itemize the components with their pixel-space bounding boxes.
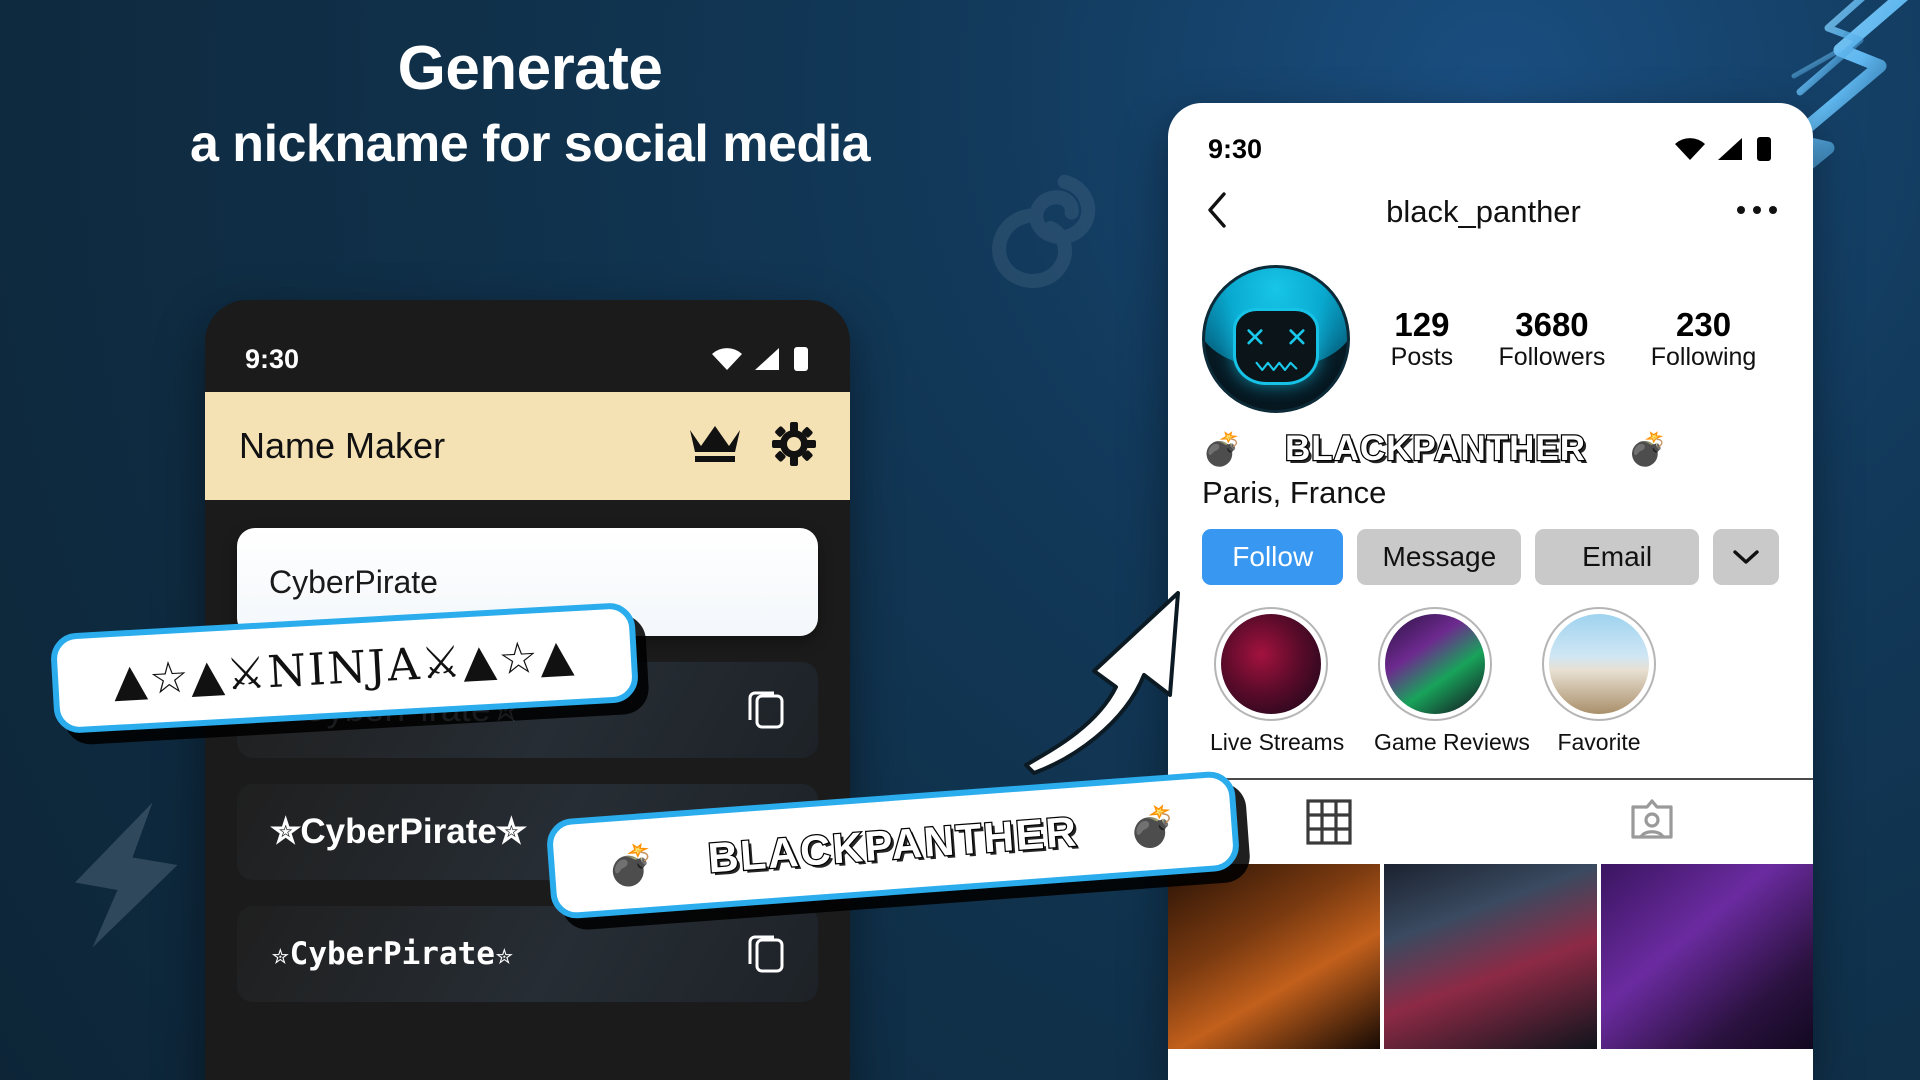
bio-location: Paris, France (1202, 475, 1387, 510)
battery-icon (1757, 137, 1771, 161)
result-text: ✮CyberPirate✮ (271, 936, 514, 972)
profile-header: 129 Posts 3680 Followers 230 Following (1168, 251, 1813, 413)
signal-icon (755, 348, 779, 370)
app-bar: Name Maker (205, 392, 850, 500)
status-bar: 9:30 (205, 300, 850, 392)
avatar[interactable] (1202, 265, 1350, 413)
tab-tagged-photos[interactable] (1491, 780, 1814, 864)
profile-post-grid (1168, 864, 1813, 1049)
curved-arrow-icon (1024, 591, 1180, 775)
page-title: Generate a nickname for social media (0, 36, 1060, 172)
headline-line-2: a nickname for social media (189, 115, 871, 174)
lightning-bolt-icon (75, 802, 178, 948)
copy-icon[interactable] (746, 929, 788, 980)
battery-icon (794, 347, 808, 371)
email-button[interactable]: Email (1535, 529, 1699, 585)
stat-label: Followers (1498, 343, 1606, 372)
chevron-down-icon[interactable] (1712, 529, 1779, 585)
copy-icon[interactable] (746, 685, 788, 736)
signal-icon (1718, 138, 1742, 160)
highlight-caption: Favorite (1557, 729, 1641, 755)
highlight-live-streams[interactable]: Live Streams (1210, 607, 1345, 756)
highlight-caption: Live Streams (1210, 729, 1345, 755)
profile-actions: Follow Message Email (1168, 511, 1813, 585)
bomb-tornado-emoji-suffix: 🌪💣 (1586, 431, 1669, 467)
stat-posts[interactable]: 129 Posts (1391, 306, 1454, 373)
headline-line-1: Generate (397, 34, 663, 103)
profile-stats: 129 Posts 3680 Followers 230 Following (1350, 306, 1779, 373)
bomb-tornado-emoji-suffix: 🌪💣 (1076, 804, 1181, 855)
bio-nickname: 💣🌪BLACKPANTHER🌪💣 (1202, 428, 1779, 470)
result-row[interactable]: ✮CyberPirate✮ (237, 906, 818, 1002)
wifi-icon (1675, 138, 1705, 160)
status-bar: 9:30 (1168, 103, 1813, 173)
swirl-glyph-icon (992, 174, 1096, 288)
more-options-icon[interactable] (1735, 203, 1779, 222)
profile-username: black_panther (1386, 194, 1581, 229)
stat-value: 230 (1675, 305, 1732, 343)
bomb-tornado-emoji-prefix: 💣🌪 (605, 838, 710, 889)
bomb-tornado-emoji-prefix: 💣🌪 (1202, 431, 1285, 467)
callout-text: 💣🌪BLACKPANTHER🌪💣 (605, 800, 1181, 890)
result-text: ✮CyberPirate✮ (271, 812, 527, 851)
story-highlights: Live Streams Game Reviews Favorite (1168, 585, 1813, 756)
status-time: 9:30 (245, 343, 300, 374)
post-thumbnail[interactable] (1384, 864, 1597, 1049)
post-thumbnail[interactable] (1600, 864, 1813, 1049)
stat-label: Following (1650, 343, 1757, 372)
profile-tabs (1168, 778, 1813, 864)
gear-icon[interactable] (772, 421, 816, 471)
highlight-caption: Game Reviews (1374, 729, 1530, 755)
profile-bio: 💣🌪BLACKPANTHER🌪💣 Paris, France (1168, 413, 1813, 511)
callout-text: ▲☆▲⚔NINJA⚔▲☆▲ (111, 629, 578, 707)
stat-followers[interactable]: 3680 Followers (1498, 306, 1605, 373)
stat-following[interactable]: 230 Following (1651, 306, 1757, 373)
stat-value: 3680 (1515, 305, 1589, 343)
profile-top-bar: black_panther (1168, 173, 1813, 251)
stat-value: 129 (1394, 305, 1450, 343)
app-body: CyberPirate ✮CyberPirate✮ ✮CyberPirate✮ (205, 500, 850, 1002)
highlight-game-reviews[interactable]: Game Reviews (1374, 607, 1530, 756)
highlight-favorite[interactable]: Favorite (1538, 607, 1660, 756)
stat-label: Posts (1390, 343, 1454, 372)
back-chevron-icon[interactable] (1202, 188, 1232, 237)
bio-nickname-text: BLACKPANTHER (1284, 428, 1587, 470)
crown-icon[interactable] (688, 424, 742, 469)
wifi-icon (712, 348, 742, 370)
follow-button[interactable]: Follow (1202, 529, 1344, 585)
status-icons (710, 345, 810, 373)
poster-canvas: Generate a nickname for social media 9:3… (0, 0, 1920, 1080)
instagram-phone: 9:30 black_panther 129 Posts 3680 Follow… (1168, 103, 1813, 1080)
status-icons (1673, 135, 1773, 163)
post-thumbnail[interactable] (1168, 864, 1381, 1049)
status-time: 9:30 (1208, 133, 1263, 164)
app-title: Name Maker (239, 425, 446, 466)
message-button[interactable]: Message (1357, 529, 1522, 585)
callout-text-main: BLACKPANTHER (705, 806, 1081, 883)
